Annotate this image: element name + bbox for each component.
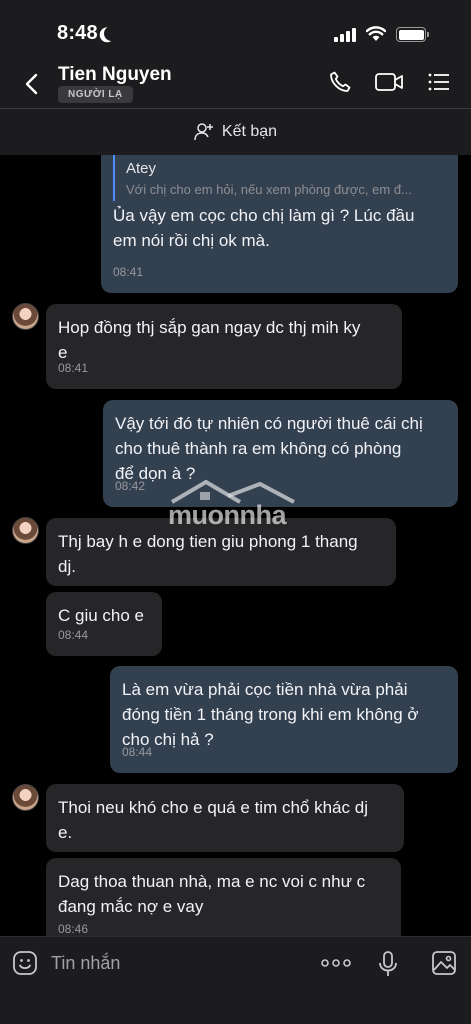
message-text-line: e. bbox=[58, 823, 73, 842]
message-text-line: đang mắc nợ e vay bbox=[58, 897, 204, 916]
composer-bar: Tin nhắn bbox=[0, 936, 471, 1024]
message-bubble-outgoing[interactable]: Atey Với chị cho em hỏi, nếu xem phòng đ… bbox=[101, 155, 458, 293]
message-time: 08:41 bbox=[58, 361, 89, 375]
phone-call-icon[interactable] bbox=[328, 70, 352, 94]
watermark: muonnha bbox=[168, 478, 302, 530]
quoted-message[interactable]: Atey Với chị cho em hỏi, nếu xem phòng đ… bbox=[113, 155, 433, 201]
microphone-icon[interactable] bbox=[378, 950, 398, 978]
avatar[interactable] bbox=[12, 303, 39, 330]
stranger-badge: NGƯỜI LẠ bbox=[58, 86, 133, 103]
wifi-icon bbox=[366, 26, 386, 41]
contact-name[interactable]: Tien Nguyen bbox=[58, 64, 172, 86]
message-bubble-outgoing[interactable]: Là em vừa phải cọc tiền nhà vừa phải đón… bbox=[110, 666, 458, 773]
message-text-line: Là em vừa phải cọc tiền nhà vừa phải bbox=[122, 680, 408, 699]
message-bubble-incoming[interactable]: Hop đồng thj sắp gan ngay dc thj mih ky … bbox=[46, 304, 402, 389]
chat-header: Tien Nguyen NGƯỜI LẠ bbox=[0, 60, 471, 108]
message-input[interactable]: Tin nhắn bbox=[51, 953, 120, 974]
message-time: 08:44 bbox=[122, 745, 153, 759]
video-call-icon[interactable] bbox=[374, 70, 404, 94]
add-friend-label: Kết bạn bbox=[221, 123, 278, 140]
message-text-line: Vậy tới đó tự nhiên có người thuê cái ch… bbox=[115, 414, 423, 433]
add-friend-icon bbox=[194, 123, 213, 141]
message-list[interactable]: Atey Với chị cho em hỏi, nếu xem phòng đ… bbox=[0, 155, 471, 936]
message-text-line: Ủa vậy em cọc cho chị làm gì ? Lúc đầu bbox=[113, 206, 415, 225]
quote-author: Atey bbox=[126, 160, 157, 177]
avatar[interactable] bbox=[12, 784, 39, 811]
quote-text: Với chị cho em hỏi, nếu xem phòng được, … bbox=[126, 182, 412, 197]
add-friend-button[interactable]: Kết bạn bbox=[0, 109, 471, 155]
avatar[interactable] bbox=[12, 517, 39, 544]
message-time: 08:46 bbox=[58, 922, 89, 936]
message-text-line: e bbox=[58, 343, 68, 362]
message-text-line: Hop đồng thj sắp gan ngay dc thj mih ky bbox=[58, 318, 361, 337]
message-bubble-incoming[interactable]: Dag thoa thuan nhà, ma e nc voi c như c … bbox=[46, 858, 401, 936]
message-text-line: Thoi neu khó cho e quá e tim chổ khác dj bbox=[58, 798, 368, 817]
signal-icon bbox=[334, 28, 358, 42]
message-time: 08:44 bbox=[58, 628, 89, 642]
battery-icon bbox=[396, 27, 429, 42]
message-bubble-incoming[interactable]: Thoi neu khó cho e quá e tim chổ khác dj… bbox=[46, 784, 404, 852]
message-text-line: Thj bay h e dong tien giu phong 1 thang bbox=[58, 532, 358, 551]
message-text-line: Dag thoa thuan nhà, ma e nc voi c như c bbox=[58, 872, 366, 891]
message-bubble-incoming[interactable]: C giu cho e 08:44 bbox=[46, 592, 162, 656]
watermark-text: muonnha bbox=[168, 500, 287, 530]
message-text-line: em nói rồi chị ok mà. bbox=[113, 231, 270, 250]
more-options-icon[interactable] bbox=[321, 957, 351, 969]
message-text-line: cho chị hả ? bbox=[122, 730, 214, 749]
message-text-line: đóng tiền 1 tháng trong khi em không ở bbox=[122, 705, 419, 724]
back-arrow-icon[interactable] bbox=[22, 72, 42, 96]
status-time: 8:48 bbox=[57, 22, 98, 44]
emoji-sticker-icon[interactable] bbox=[12, 950, 38, 976]
message-text-line: cho thuê thành ra em không có phòng bbox=[115, 439, 402, 458]
message-text-line: dj. bbox=[58, 557, 76, 576]
message-time: 08:41 bbox=[113, 265, 144, 279]
message-time: 08:42 bbox=[115, 479, 146, 493]
image-gallery-icon[interactable] bbox=[431, 950, 457, 976]
moon-icon bbox=[103, 25, 120, 42]
menu-list-icon[interactable] bbox=[427, 70, 451, 94]
status-bar: 8:48 bbox=[0, 0, 471, 60]
